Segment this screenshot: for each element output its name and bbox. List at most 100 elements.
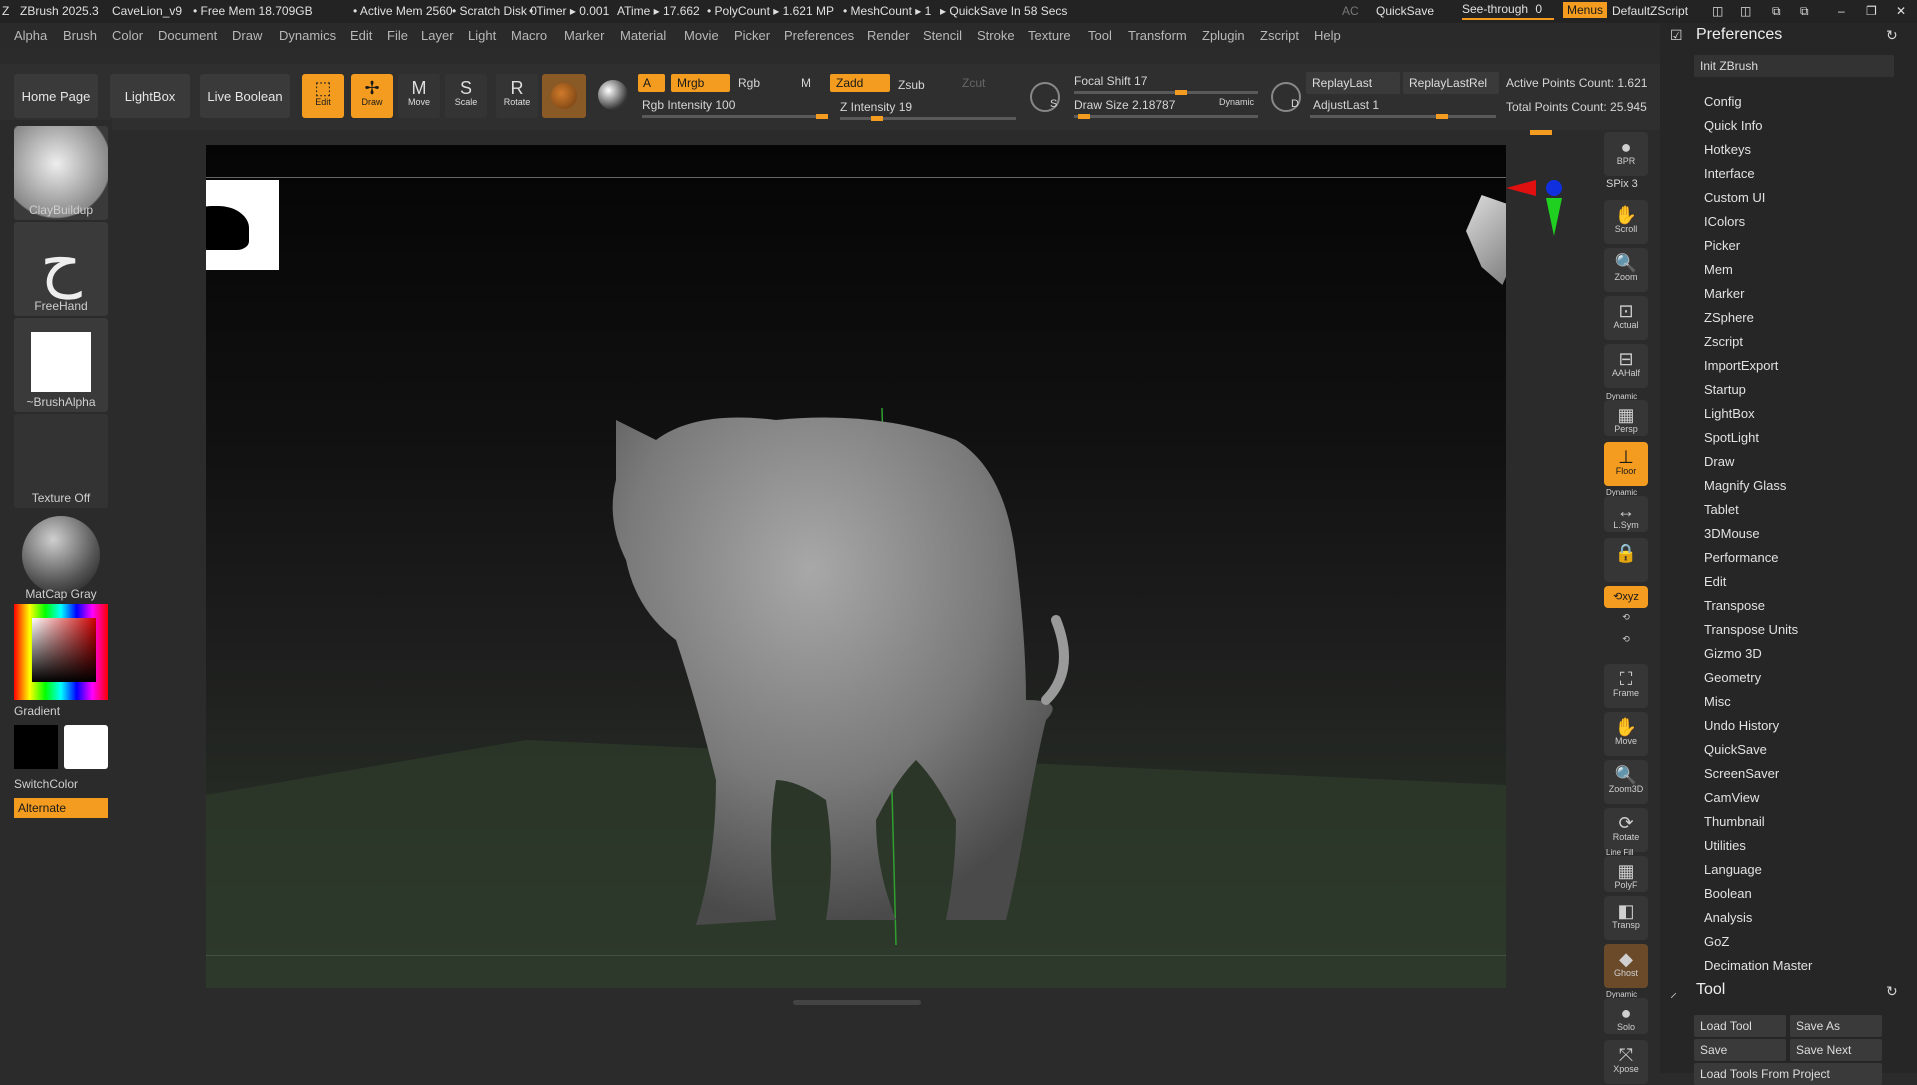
preferences-title[interactable]: Preferences (1696, 26, 1782, 44)
y-rotate-icon[interactable]: ⟲ (1604, 612, 1648, 632)
z-rotate-icon[interactable]: ⟲ (1604, 634, 1648, 654)
menu-material[interactable]: Material (620, 28, 666, 43)
transp-button[interactable]: ◧ Transp (1604, 896, 1648, 940)
home-page-button[interactable]: Home Page (14, 74, 98, 118)
switchcolor-button[interactable]: SwitchColor (14, 777, 108, 791)
move-view-button[interactable]: ✋ Move (1604, 712, 1648, 756)
adjust-last-slider[interactable] (1310, 114, 1496, 119)
rotate-view-button[interactable]: ⟳ Rotate (1604, 808, 1648, 852)
navigation-thumbnail[interactable] (206, 180, 279, 270)
focal-shift-slider[interactable] (1074, 90, 1258, 95)
pref-item-language[interactable]: Language (1704, 862, 1762, 877)
menu-macro[interactable]: Macro (511, 28, 547, 43)
menu-texture[interactable]: Texture (1028, 28, 1071, 43)
pref-item-decimation-master[interactable]: Decimation Master (1704, 958, 1812, 973)
pref-item-marker[interactable]: Marker (1704, 286, 1744, 301)
axis-gizmo[interactable] (1506, 176, 1566, 246)
persp-button[interactable]: ▦ Persp (1604, 400, 1648, 436)
alternate-button[interactable]: Alternate (14, 798, 108, 818)
pref-item-transpose[interactable]: Transpose (1704, 598, 1765, 613)
pref-item-edit[interactable]: Edit (1704, 574, 1726, 589)
sculptris-s-icon[interactable]: S (1030, 82, 1060, 112)
scale-button[interactable]: S Scale (445, 74, 487, 118)
pref-item-zsphere[interactable]: ZSphere (1704, 310, 1754, 325)
menu-render[interactable]: Render (867, 28, 910, 43)
pref-item-hotkeys[interactable]: Hotkeys (1704, 142, 1751, 157)
mrgb-button[interactable]: Mrgb (671, 74, 730, 92)
pref-item-performance[interactable]: Performance (1704, 550, 1778, 565)
pref-item-importexport[interactable]: ImportExport (1704, 358, 1778, 373)
load-tool-button[interactable]: Load Tool (1694, 1015, 1786, 1037)
pref-item-transpose-units[interactable]: Transpose Units (1704, 622, 1798, 637)
canvas-viewport[interactable] (206, 145, 1506, 988)
zadd-button[interactable]: Zadd (830, 74, 890, 92)
menu-file[interactable]: File (387, 28, 408, 43)
window-icon[interactable]: ⧉ (1772, 4, 1781, 19)
menu-dynamics[interactable]: Dynamics (279, 28, 336, 43)
restore-icon[interactable]: ❐ (1866, 4, 1877, 18)
menu-stroke[interactable]: Stroke (977, 28, 1015, 43)
lock-button[interactable]: 🔒 (1604, 538, 1648, 582)
menus-button[interactable]: Menus (1563, 2, 1608, 18)
draw-button[interactable]: ✢ Draw (351, 74, 393, 118)
solo-button[interactable]: ● Solo (1604, 998, 1648, 1034)
move-button[interactable]: M Move (398, 74, 440, 118)
slider-knob[interactable] (1078, 114, 1090, 119)
menu-stencil[interactable]: Stencil (923, 28, 962, 43)
pref-item-quick-info[interactable]: Quick Info (1704, 118, 1763, 133)
rotate-button[interactable]: R Rotate (496, 74, 538, 118)
pref-item-quicksave[interactable]: QuickSave (1704, 742, 1767, 757)
pref-item-geometry[interactable]: Geometry (1704, 670, 1761, 685)
menu-movie[interactable]: Movie (684, 28, 719, 43)
dynamic-button[interactable]: Dynamic (1219, 97, 1254, 107)
pref-item-lightbox[interactable]: LightBox (1704, 406, 1755, 421)
bpr-button[interactable]: ● BPR (1604, 132, 1648, 176)
pref-item-tablet[interactable]: Tablet (1704, 502, 1739, 517)
zsub-button[interactable]: Zsub (898, 78, 925, 92)
live-boolean-button[interactable]: Live Boolean (200, 74, 290, 118)
texture-sphere-icon[interactable] (598, 80, 628, 110)
pref-item-3dmouse[interactable]: 3DMouse (1704, 526, 1760, 541)
menu-zscript[interactable]: Zscript (1260, 28, 1299, 43)
actual-button[interactable]: ⊡ Actual (1604, 296, 1648, 340)
xpose-button[interactable]: ⤧ Xpose (1604, 1040, 1648, 1084)
menu-alpha[interactable]: Alpha (14, 28, 47, 43)
slider-knob[interactable] (816, 114, 828, 119)
scroll-button[interactable]: ✋ Scroll (1604, 200, 1648, 244)
layout2-icon[interactable]: ◫ (1740, 4, 1751, 18)
menu-marker[interactable]: Marker (564, 28, 604, 43)
save-button[interactable]: Save (1694, 1039, 1786, 1061)
menu-zplugin[interactable]: Zplugin (1202, 28, 1245, 43)
pref-item-draw[interactable]: Draw (1704, 454, 1734, 469)
pref-item-mem[interactable]: Mem (1704, 262, 1733, 277)
menu-preferences[interactable]: Preferences (784, 28, 854, 43)
pref-item-undo-history[interactable]: Undo History (1704, 718, 1779, 733)
pref-item-misc[interactable]: Misc (1704, 694, 1731, 709)
pref-item-thumbnail[interactable]: Thumbnail (1704, 814, 1765, 829)
pref-item-boolean[interactable]: Boolean (1704, 886, 1752, 901)
menu-color[interactable]: Color (112, 28, 143, 43)
pref-item-gizmo-3d[interactable]: Gizmo 3D (1704, 646, 1762, 661)
rgb-button[interactable]: Rgb (738, 76, 760, 90)
pref-item-camview[interactable]: CamView (1704, 790, 1759, 805)
menu-tool[interactable]: Tool (1088, 28, 1112, 43)
pref-item-startup[interactable]: Startup (1704, 382, 1746, 397)
spix-label[interactable]: SPix 3 (1606, 178, 1638, 190)
draw-size-slider[interactable] (1074, 114, 1258, 119)
lightbox-button[interactable]: LightBox (110, 74, 190, 118)
lazy-d-icon[interactable]: D (1271, 82, 1301, 112)
close-icon[interactable]: ✕ (1896, 4, 1906, 18)
save-as-button[interactable]: Save As (1790, 1015, 1882, 1037)
slider-knob[interactable] (1175, 90, 1187, 95)
pref-item-spotlight[interactable]: SpotLight (1704, 430, 1759, 445)
pref-item-config[interactable]: Config (1704, 94, 1742, 109)
minimize-icon[interactable]: – (1838, 4, 1845, 18)
init-zbrush-button[interactable]: Init ZBrush (1694, 55, 1894, 77)
material-swatch[interactable] (542, 74, 586, 118)
zcut-button[interactable]: Zcut (962, 76, 985, 90)
secondary-color-swatch[interactable] (14, 725, 58, 769)
menu-help[interactable]: Help (1314, 28, 1341, 43)
menu-edit[interactable]: Edit (350, 28, 372, 43)
edit-button[interactable]: ⬚ Edit (302, 74, 344, 118)
lsym-button[interactable]: ↔ L.Sym (1604, 496, 1648, 532)
